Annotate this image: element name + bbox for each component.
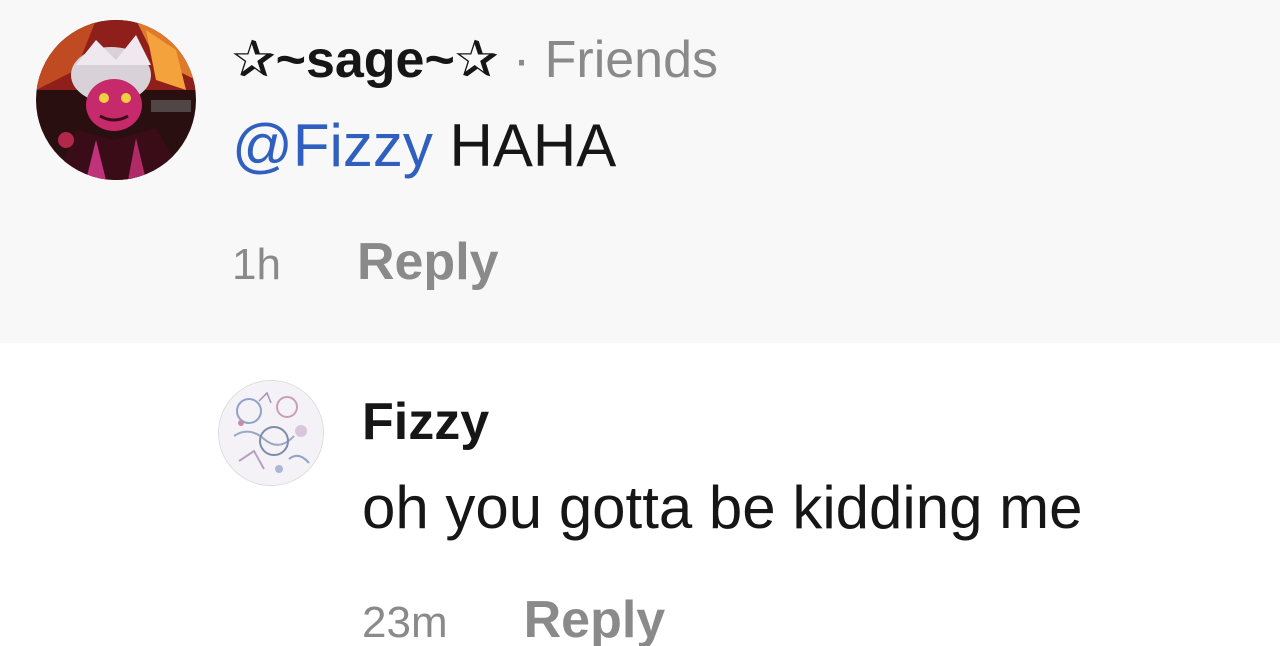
comment-header: Fizzy [362,396,489,448]
comment-thread: ✰~sage~✰ · Friends @Fizzy HAHA 1h Reply F… [0,0,1280,646]
relation-separator: · [498,31,545,89]
reply-button[interactable]: Reply [357,233,499,291]
reply-button[interactable]: Reply [524,591,666,646]
comment-item: ✰~sage~✰ · Friends @Fizzy HAHA 1h Reply [0,0,1280,343]
comment-meta: 23m Reply [362,594,665,646]
comment-header: ✰~sage~✰ · Friends [232,34,718,86]
comment-body: @Fizzy HAHA [232,116,616,176]
anime-character-avatar-icon [36,20,196,180]
comment-body: oh you gotta be kidding me [362,478,1083,538]
username[interactable]: ✰~sage~✰ [232,31,498,89]
comment-meta: 1h Reply [232,236,499,288]
avatar[interactable] [218,380,324,486]
mention-link[interactable]: @Fizzy [232,112,433,179]
friends-badge: Friends [544,31,719,89]
timestamp: 1h [232,240,281,289]
comment-text: HAHA [432,112,617,179]
comment-text: oh you gotta be kidding me [362,474,1083,541]
sketch-collage-avatar-icon [219,381,323,485]
username[interactable]: Fizzy [362,393,489,451]
timestamp: 23m [362,598,448,646]
avatar[interactable] [36,20,196,180]
